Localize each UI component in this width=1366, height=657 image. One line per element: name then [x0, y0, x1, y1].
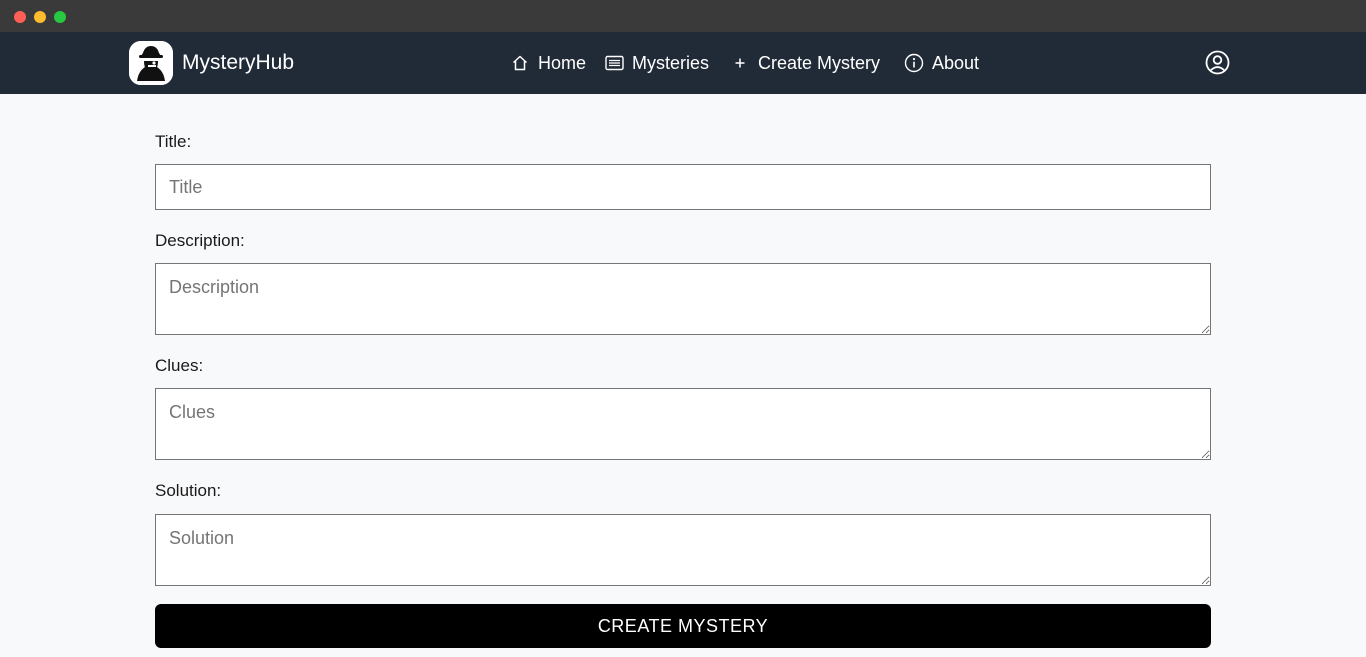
description-textarea[interactable]	[155, 263, 1211, 335]
plus-icon	[730, 53, 750, 73]
create-mystery-button[interactable]: CREATE MYSTERY	[155, 604, 1211, 648]
user-circle-icon[interactable]	[1205, 50, 1230, 75]
home-icon	[510, 53, 530, 73]
list-icon	[604, 53, 624, 73]
brand-name[interactable]: MysteryHub	[182, 50, 294, 76]
clues-label: Clues:	[155, 356, 204, 375]
maximize-window-button[interactable]	[54, 11, 66, 23]
detective-icon[interactable]	[129, 41, 173, 85]
nav-create-mystery[interactable]: Create Mystery	[730, 32, 880, 94]
nav-create-mystery-label: Create Mystery	[758, 52, 881, 73]
nav-home-label: Home	[538, 52, 587, 73]
nav-about[interactable]: About	[904, 32, 979, 94]
nav-mysteries[interactable]: Mysteries	[604, 32, 709, 94]
title-input[interactable]	[155, 164, 1211, 210]
info-icon	[904, 53, 924, 73]
close-window-button[interactable]	[14, 11, 26, 23]
navbar: MysteryHub Home Mysteries Create Mystery…	[0, 32, 1366, 94]
title-label: Title:	[155, 132, 192, 151]
solution-textarea[interactable]	[155, 514, 1211, 586]
nav-home[interactable]: Home	[510, 32, 586, 94]
description-label: Description:	[155, 231, 245, 250]
minimize-window-button[interactable]	[34, 11, 46, 23]
nav-mysteries-label: Mysteries	[632, 52, 710, 73]
window-titlebar	[0, 0, 1366, 32]
nav-about-label: About	[932, 52, 980, 73]
clues-textarea[interactable]	[155, 388, 1211, 460]
solution-label: Solution:	[155, 481, 222, 500]
